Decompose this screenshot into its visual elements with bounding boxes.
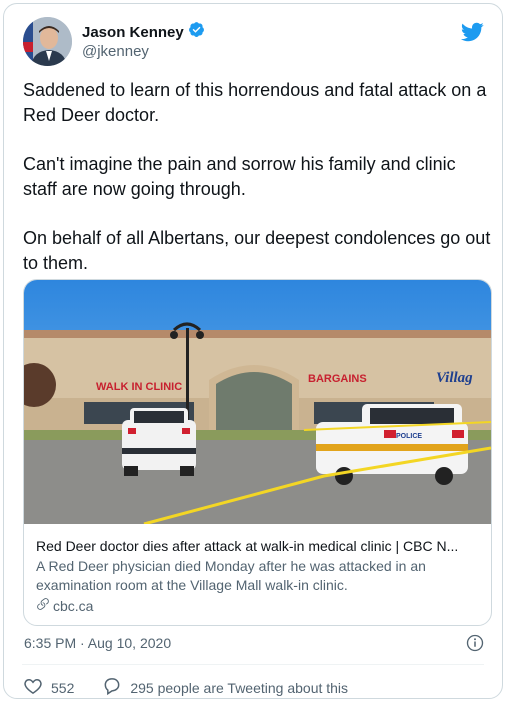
- tweet-footer: 552 295 people are Tweeting about this: [23, 676, 348, 699]
- divider: [22, 664, 484, 665]
- avatar[interactable]: [23, 17, 72, 66]
- author-name[interactable]: Jason Kenney: [82, 24, 184, 41]
- heart-icon: [23, 676, 43, 699]
- tweet-timestamp[interactable]: 6:35 PM · Aug 10, 2020: [24, 635, 171, 651]
- village-sign: Villag: [436, 370, 473, 386]
- walk-in-clinic-sign: WALK IN CLINIC: [96, 381, 182, 393]
- author-handle[interactable]: @jkenney: [82, 43, 149, 60]
- like-count: 552: [51, 679, 75, 696]
- link-card-image[interactable]: WALK IN CLINIC BARGAINS Villag POLICE: [24, 280, 491, 526]
- link-card[interactable]: WALK IN CLINIC BARGAINS Villag POLICE Re…: [23, 279, 492, 626]
- tweet-text: Saddened to learn of this horrendous and…: [23, 78, 493, 300]
- link-domain-text[interactable]: cbc.ca: [53, 598, 93, 614]
- tweeting-about-button[interactable]: 295 people are Tweeting about this: [102, 676, 348, 699]
- tweeting-about-text[interactable]: 295 people are Tweeting about this: [130, 680, 348, 696]
- police-label: POLICE: [396, 433, 422, 440]
- author-name-row[interactable]: Jason Kenney: [82, 21, 205, 43]
- link-card-domain[interactable]: cbc.ca: [36, 597, 93, 614]
- like-button[interactable]: 552: [23, 676, 74, 699]
- store-sign: BARGAINS: [308, 373, 367, 385]
- tweet-paragraph: Can't imagine the pain and sorrow his fa…: [23, 154, 456, 199]
- tweet-card: Jason Kenney @jkenney Saddened to learn …: [3, 3, 503, 699]
- tweet-paragraph: On behalf of all Albertans, our deepest …: [23, 228, 491, 273]
- comment-bubble-icon: [102, 676, 122, 699]
- info-icon[interactable]: [466, 634, 484, 652]
- link-card-title[interactable]: Red Deer doctor dies after attack at wal…: [36, 538, 481, 554]
- tweet-paragraph: Saddened to learn of this horrendous and…: [23, 80, 487, 125]
- twitter-bird-icon[interactable]: [460, 20, 484, 44]
- link-icon: [36, 597, 50, 614]
- verified-badge-icon: [188, 21, 205, 43]
- link-card-description: A Red Deer physician died Monday after h…: [36, 558, 426, 593]
